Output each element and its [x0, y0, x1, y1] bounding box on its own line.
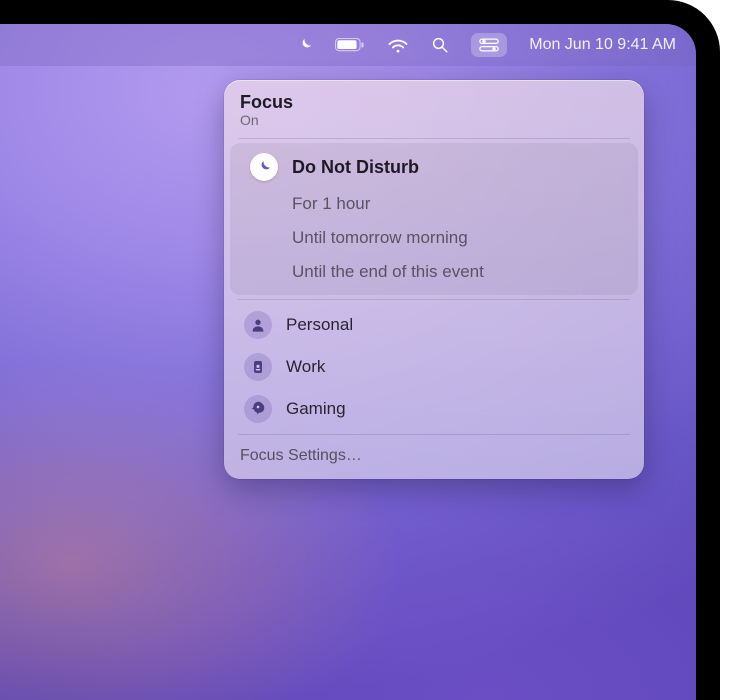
focus-mode-label: Personal [286, 315, 353, 335]
duration-label: For 1 hour [292, 194, 370, 214]
focus-panel-header: Focus On [224, 90, 644, 134]
device-bezel: Mon Jun 10 9:41 AM Focus On Do Not Distu… [0, 0, 720, 700]
dnd-duration-until-tomorrow[interactable]: Until tomorrow morning [230, 221, 638, 255]
focus-settings-label: Focus Settings… [240, 447, 362, 465]
divider [238, 138, 630, 139]
moon-icon [297, 37, 313, 53]
focus-mode-personal[interactable]: Personal [224, 304, 644, 346]
badge-icon [244, 353, 272, 381]
focus-mode-work[interactable]: Work [224, 346, 644, 388]
focus-mode-label: Gaming [286, 399, 346, 419]
menubar-battery[interactable] [335, 38, 365, 52]
menubar-focus-status[interactable] [297, 37, 313, 53]
moon-icon [250, 153, 278, 181]
focus-dropdown-panel: Focus On Do Not Disturb For 1 hour Until… [224, 80, 644, 479]
focus-panel-status: On [240, 112, 628, 128]
menubar: Mon Jun 10 9:41 AM [0, 24, 696, 66]
focus-mode-gaming[interactable]: Gaming [224, 388, 644, 430]
wifi-icon [387, 37, 409, 53]
dnd-block: Do Not Disturb For 1 hour Until tomorrow… [230, 143, 638, 295]
do-not-disturb-label: Do Not Disturb [292, 157, 419, 178]
focus-settings-link[interactable]: Focus Settings… [224, 439, 644, 471]
divider [238, 299, 630, 300]
menubar-control-center[interactable] [471, 33, 507, 57]
duration-label: Until the end of this event [292, 262, 484, 282]
rocket-icon [244, 395, 272, 423]
menubar-spotlight[interactable] [431, 36, 449, 54]
desktop-wallpaper: Mon Jun 10 9:41 AM Focus On Do Not Distu… [0, 24, 696, 700]
duration-label: Until tomorrow morning [292, 228, 468, 248]
control-center-icon [479, 38, 499, 52]
focus-mode-do-not-disturb[interactable]: Do Not Disturb [230, 145, 638, 187]
dnd-duration-until-event-end[interactable]: Until the end of this event [230, 255, 638, 289]
focus-mode-label: Work [286, 357, 325, 377]
menubar-wifi[interactable] [387, 37, 409, 53]
menubar-clock[interactable]: Mon Jun 10 9:41 AM [529, 36, 676, 54]
search-icon [431, 36, 449, 54]
focus-panel-title: Focus [240, 92, 628, 113]
person-icon [244, 311, 272, 339]
dnd-duration-1-hour[interactable]: For 1 hour [230, 187, 638, 221]
divider [238, 434, 630, 435]
battery-icon [335, 38, 365, 52]
